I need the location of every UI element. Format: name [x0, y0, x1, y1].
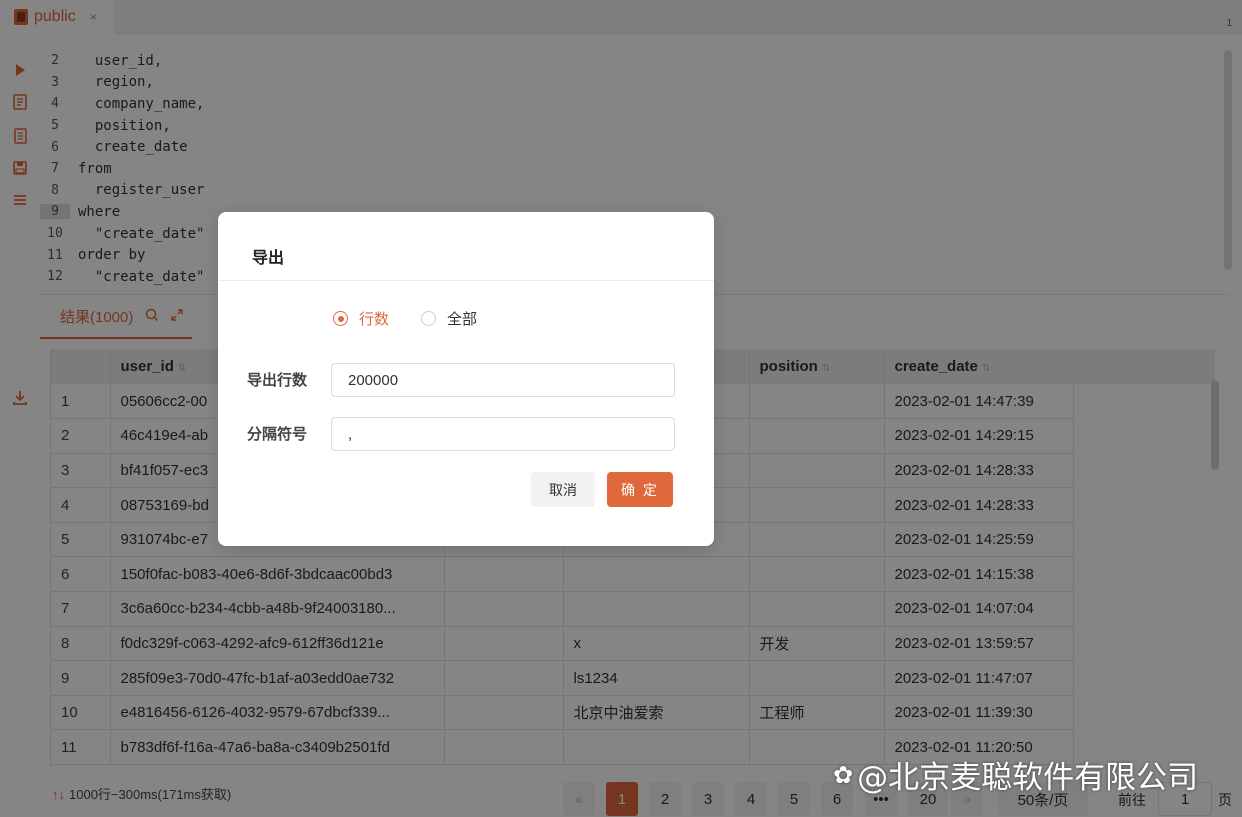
radio-all-label: 全部: [447, 311, 478, 328]
radio-empty-icon: [421, 311, 436, 326]
dialog-title: 导出: [252, 250, 285, 267]
radio-selected-icon: [333, 311, 348, 326]
rows-label: 导出行数: [247, 372, 308, 389]
watermark-text: @北京麦聪软件有限公司: [857, 760, 1199, 796]
radio-all[interactable]: 全部: [421, 308, 477, 329]
rows-input[interactable]: 200000: [331, 363, 675, 397]
radio-rows[interactable]: 行数: [333, 308, 389, 329]
watermark: ✿ @北京麦聪软件有限公司: [833, 752, 1198, 797]
dialog-divider: [218, 280, 714, 281]
weibo-logo-icon: ✿: [833, 760, 854, 789]
radio-rows-label: 行数: [359, 311, 390, 328]
export-dialog: 导出 行数 全部 导出行数 200000 分隔符号 , 取消 确 定: [218, 212, 714, 546]
cancel-button[interactable]: 取消: [531, 472, 595, 507]
separator-label: 分隔符号: [247, 426, 308, 443]
separator-input[interactable]: ,: [331, 417, 675, 451]
confirm-button[interactable]: 确 定: [607, 472, 673, 507]
